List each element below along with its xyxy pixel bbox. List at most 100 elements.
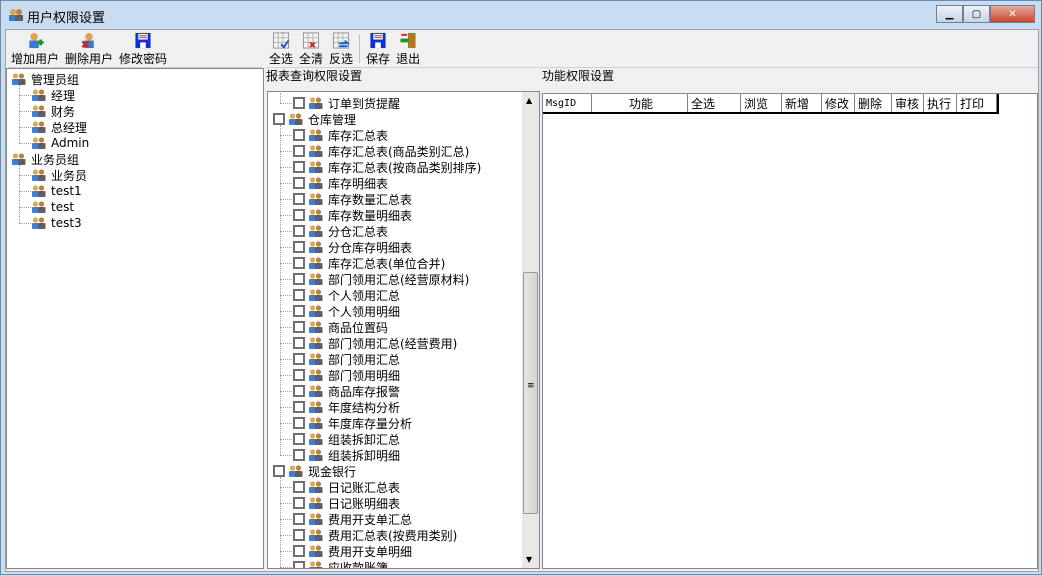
checkbox[interactable] (293, 305, 305, 317)
checkbox[interactable] (293, 481, 305, 493)
report-tree-node[interactable]: 库存明细表 (293, 175, 388, 191)
checkbox[interactable] (273, 113, 285, 125)
toolbar_left-button-2[interactable]: 修改密码 (116, 30, 170, 67)
user-tree-node[interactable]: test (31, 199, 74, 215)
user-tree[interactable]: 管理员组 经理 财务 总经理 Admin 业务员组 业务员 test1 test test3 (6, 68, 264, 569)
user-tree-node[interactable]: 财务 (31, 103, 75, 119)
column-header[interactable]: 修改 (822, 94, 855, 112)
report-tree-node[interactable]: 年度结构分析 (293, 399, 400, 415)
report-tree-node[interactable]: 应收款账簿 (293, 559, 388, 568)
user-tree-node[interactable]: 管理员组 (11, 71, 79, 87)
checkbox[interactable] (293, 209, 305, 221)
report-tree-node[interactable]: 订单到货提醒 (293, 95, 400, 111)
checkbox[interactable] (293, 241, 305, 253)
checkbox[interactable] (293, 97, 305, 109)
report-tree-node[interactable]: 部门领用明细 (293, 367, 400, 383)
report-tree-node[interactable]: 组装拆卸汇总 (293, 431, 400, 447)
report-tree-node[interactable]: 库存数量汇总表 (293, 191, 412, 207)
checkbox[interactable] (293, 513, 305, 525)
report-tree-node[interactable]: 部门领用汇总(经营原材料) (293, 271, 469, 287)
column-header[interactable]: 执行 (924, 94, 957, 112)
report-tree-node[interactable]: 库存汇总表 (293, 127, 388, 143)
checkbox[interactable] (293, 289, 305, 301)
checkbox[interactable] (293, 129, 305, 141)
checkbox[interactable] (293, 161, 305, 173)
report-tree-node[interactable]: 商品位置码 (293, 319, 388, 335)
maximize-button[interactable]: ▢ (963, 5, 990, 23)
checkbox[interactable] (293, 337, 305, 349)
user-tree-node[interactable]: 业务员组 (11, 151, 79, 167)
checkbox[interactable] (293, 545, 305, 557)
report-tree-node[interactable]: 个人领用明细 (293, 303, 400, 319)
column-header[interactable]: 浏览 (741, 94, 782, 112)
report-tree-node[interactable]: 组装拆卸明细 (293, 447, 400, 463)
checkbox[interactable] (293, 369, 305, 381)
scroll-down-icon[interactable]: ▼ (526, 555, 532, 564)
toolbar_mid-button-1[interactable]: 全清 (296, 30, 326, 67)
report-tree-node[interactable]: 日记账明细表 (293, 495, 400, 511)
checkbox[interactable] (293, 177, 305, 189)
report-tree-node[interactable]: 库存汇总表(单位合并) (293, 255, 445, 271)
report-tree-node[interactable]: 费用开支单汇总 (293, 511, 412, 527)
checkbox[interactable] (293, 353, 305, 365)
toolbar_mid-button-0[interactable]: 全选 (266, 30, 296, 67)
column-header[interactable]: MsgID (543, 94, 592, 112)
report-tree-node[interactable]: 部门领用汇总 (293, 351, 400, 367)
checkbox[interactable] (293, 417, 305, 429)
column-header[interactable]: 全选 (688, 94, 741, 112)
report-tree-node[interactable]: 年度库存量分析 (293, 415, 412, 431)
checkbox[interactable] (293, 321, 305, 333)
toolbar_left-button-1[interactable]: 删除用户 (62, 30, 116, 67)
vertical-scrollbar[interactable]: ▲ ≡ ▼ (522, 92, 539, 568)
report-tree-node[interactable]: 费用汇总表(按费用类别) (293, 527, 457, 543)
report-tree-node[interactable]: 个人领用汇总 (293, 287, 400, 303)
column-header[interactable]: 功能 (592, 94, 688, 112)
toolbar_mid-button-3[interactable]: 保存 (363, 30, 393, 67)
scrollbar-thumb[interactable]: ≡ (523, 272, 538, 514)
report-tree-node[interactable]: 费用开支单明细 (293, 543, 412, 559)
report-tree-node[interactable]: 库存汇总表(商品类别汇总) (293, 143, 469, 159)
user-tree-node[interactable]: 总经理 (31, 119, 87, 135)
user-tree-node[interactable]: test1 (31, 183, 82, 199)
close-button[interactable]: ✕ (990, 5, 1035, 23)
checkbox[interactable] (293, 497, 305, 509)
checkbox[interactable] (293, 561, 305, 568)
checkbox[interactable] (293, 401, 305, 413)
report-tree[interactable]: ▲ ≡ ▼ 订单到货提醒 仓库管理 库存汇总表 库存汇总表(商品类别汇总) 库存汇总表(… (267, 91, 540, 569)
column-header[interactable]: 删除 (855, 94, 892, 112)
toolbar_mid-button-4[interactable]: 退出 (393, 30, 423, 67)
column-header[interactable]: 新增 (782, 94, 822, 112)
report-tree-node[interactable]: 日记账汇总表 (293, 479, 400, 495)
report-tree-node[interactable]: 库存汇总表(按商品类别排序) (293, 159, 481, 175)
checkbox[interactable] (293, 225, 305, 237)
column-header[interactable]: 审核 (892, 94, 924, 112)
checkbox[interactable] (293, 433, 305, 445)
user-tree-node[interactable]: test3 (31, 215, 82, 231)
user-tree-node[interactable]: Admin (31, 135, 89, 151)
checkbox[interactable] (293, 273, 305, 285)
checkbox[interactable] (293, 449, 305, 461)
toolbar_mid-button-2[interactable]: 反选 (326, 30, 356, 67)
user-tree-node[interactable]: 业务员 (31, 167, 87, 183)
checkbox[interactable] (293, 529, 305, 541)
checkbox[interactable] (293, 193, 305, 205)
report-tree-node[interactable]: 部门领用汇总(经营费用) (293, 335, 457, 351)
report-tree-node[interactable]: 分仓汇总表 (293, 223, 388, 239)
toolbar_left-button-0[interactable]: 增加用户 (8, 30, 62, 67)
user-tree-node[interactable]: 经理 (31, 87, 75, 103)
maximize-icon: ▢ (971, 8, 982, 20)
scroll-up-icon[interactable]: ▲ (526, 96, 532, 105)
function-permission-grid[interactable]: MsgID 功能 全选 浏览 新增 修改 删除 审核 执行 打印 (542, 93, 1038, 569)
column-header[interactable]: 打印 (957, 94, 997, 112)
report-tree-node[interactable]: 仓库管理 (273, 111, 356, 127)
report-tree-node[interactable]: 分仓库存明细表 (293, 239, 412, 255)
report-tree-node[interactable]: 库存数量明细表 (293, 207, 412, 223)
node-label: 库存汇总表(单位合并) (328, 256, 446, 271)
minimize-button[interactable]: ▁ (936, 5, 963, 23)
checkbox[interactable] (293, 385, 305, 397)
report-tree-node[interactable]: 现金银行 (273, 463, 356, 479)
report-tree-node[interactable]: 商品库存报警 (293, 383, 400, 399)
checkbox[interactable] (293, 145, 305, 157)
checkbox[interactable] (273, 465, 285, 477)
checkbox[interactable] (293, 257, 305, 269)
